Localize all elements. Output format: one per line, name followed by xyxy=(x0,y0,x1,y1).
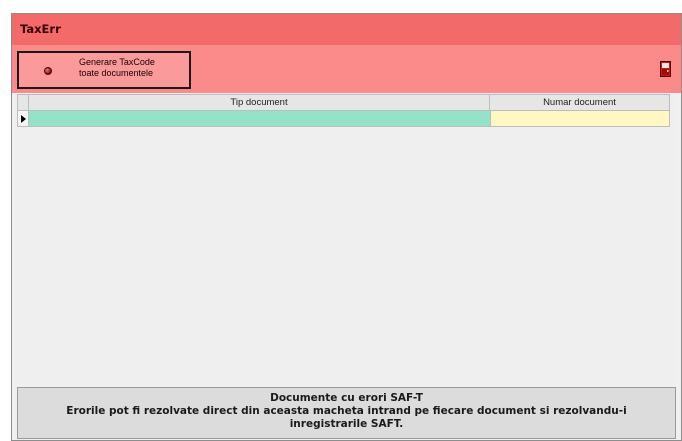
column-header-tip-document[interactable]: Tip document xyxy=(29,94,490,111)
table-row[interactable] xyxy=(17,111,675,127)
exit-door-icon[interactable] xyxy=(660,61,671,77)
cell-numar-document[interactable] xyxy=(490,111,670,127)
current-row-arrow-icon xyxy=(21,115,26,123)
info-title: Documente cu erori SAF-T xyxy=(270,392,423,404)
cell-tip-document[interactable] xyxy=(29,111,490,127)
generate-label-line2: toate documentele xyxy=(79,68,154,78)
radio-icon xyxy=(44,67,52,75)
title-bar: TaxErr xyxy=(12,14,681,45)
window-title: TaxErr xyxy=(20,22,61,36)
generate-label-line1: Generare TaxCode xyxy=(79,57,155,67)
info-panel: Documente cu erori SAF-T Erorile pot fi … xyxy=(17,387,676,439)
taxerr-window: TaxErr Generare TaxCode toate documentel… xyxy=(11,13,682,441)
row-indicator[interactable] xyxy=(17,111,29,127)
toolbar: Generare TaxCode toate documentele xyxy=(12,45,681,93)
grid-header: Tip document Numar document xyxy=(17,94,675,111)
generate-taxcode-label: Generare TaxCode toate documentele xyxy=(79,57,155,79)
info-description: Erorile pot fi rezolvate direct din acea… xyxy=(66,405,627,430)
documents-grid: Tip document Numar document xyxy=(17,94,675,384)
column-header-numar-document[interactable]: Numar document xyxy=(490,94,670,111)
grid-header-corner xyxy=(17,94,29,111)
generate-taxcode-button[interactable]: Generare TaxCode toate documentele xyxy=(17,51,191,89)
